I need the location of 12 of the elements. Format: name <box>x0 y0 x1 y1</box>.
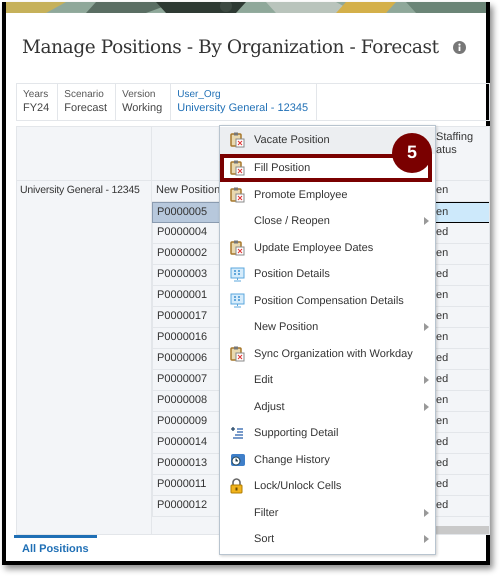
pov-value: FY24 <box>23 102 50 114</box>
pov-label: Version <box>122 88 156 100</box>
row-header: University General - 12345 <box>19 182 141 198</box>
column-header: Staffing <box>436 130 474 144</box>
pov-label: User_Org <box>177 88 222 100</box>
pov-label: Years <box>23 88 50 100</box>
column-header: atus <box>436 144 458 157</box>
table-cell: en <box>435 202 489 223</box>
pov-value: Forecast <box>64 102 108 114</box>
page-title: Manage Positions - By Organization - Forecast <box>22 37 439 58</box>
pov-label: Scenario <box>64 88 105 100</box>
pov-value: Working <box>122 102 162 114</box>
